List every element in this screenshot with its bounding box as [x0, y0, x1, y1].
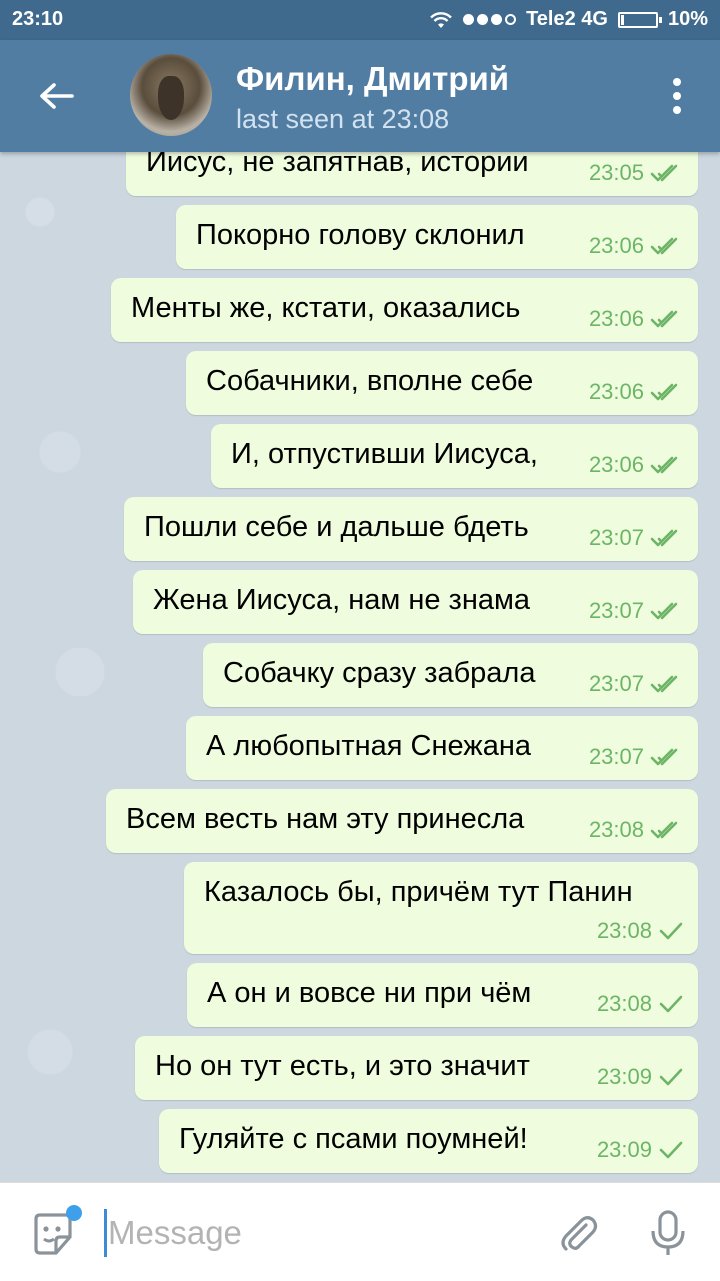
message-time: 23:06 [588, 379, 644, 404]
message-meta: 23:08 [597, 918, 684, 944]
message-time: 23:07 [588, 598, 644, 623]
battery-label: 10% [667, 8, 708, 30]
carrier-label: Tele2 4G [526, 8, 608, 30]
message-text: Менты же, кстати, оказались [131, 292, 521, 324]
chat-title[interactable]: Филин, Дмитрий [236, 60, 509, 98]
message-time: 23:09 [596, 1064, 652, 1089]
message-text: Гуляйте с псами поумней! [179, 1123, 528, 1155]
message-meta: 23:08 [589, 817, 684, 843]
message-meta: 23:06 [589, 306, 684, 332]
sticker-button[interactable] [30, 1205, 82, 1257]
attach-icon[interactable] [556, 1211, 600, 1255]
message-bubble[interactable]: Казалось бы, причём тут Панин 23:08 [184, 862, 698, 954]
message-bubble[interactable]: Пошли себе и дальше бдеть 23:07 [124, 497, 698, 561]
message-text: Иисус, не запятнав, истории [146, 152, 529, 178]
chat-header: Филин, Дмитрий last seen at 23:08 [0, 40, 720, 152]
message-time: 23:06 [588, 233, 644, 258]
last-seen-status: last seen at 23:08 [236, 104, 450, 134]
signal-dots [463, 14, 517, 25]
composer [0, 1182, 720, 1281]
message-time: 23:08 [596, 991, 652, 1016]
message-meta: 23:09 [597, 1064, 684, 1090]
message-meta: 23:06 [589, 452, 684, 478]
message-meta: 23:06 [589, 379, 684, 405]
message-time: 23:09 [596, 1137, 652, 1162]
double-check-icon [650, 602, 678, 620]
double-check-icon [650, 529, 678, 547]
double-check-icon [650, 237, 678, 255]
message-bubble[interactable]: Покорно голову склонил 23:06 [176, 205, 698, 269]
double-check-icon [650, 675, 678, 693]
more-vert-icon[interactable] [672, 78, 682, 114]
message-meta: 23:08 [597, 991, 684, 1017]
message-bubble[interactable]: Иисус, не запятнав, истории 23:05 [126, 152, 698, 196]
message-time: 23:08 [596, 918, 652, 943]
message-bubble[interactable]: Собачку сразу забрала 23:07 [203, 643, 698, 707]
double-check-icon [650, 748, 678, 766]
text-caret [104, 1209, 107, 1257]
message-time: 23:07 [588, 671, 644, 696]
battery-icon [617, 11, 662, 28]
message-meta: 23:07 [589, 671, 684, 697]
message-text: Жена Иисуса, нам не знама [153, 584, 531, 616]
status-time: 23:10 [12, 8, 64, 30]
message-time: 23:07 [588, 525, 644, 550]
signal-dot [477, 14, 489, 25]
message-bubble[interactable]: Но он тут есть, и это значит 23:09 [135, 1036, 698, 1100]
status-bar: 23:10 Tele2 4G 10% [0, 0, 720, 40]
message-text: Собачку сразу забрала [223, 657, 536, 689]
message-meta: 23:09 [597, 1137, 684, 1163]
check-icon [659, 1068, 683, 1086]
wifi-icon [430, 11, 452, 28]
message-time: 23:06 [588, 452, 644, 477]
message-meta: 23:07 [589, 598, 684, 624]
message-bubble[interactable]: И, отпустивши Иисуса, 23:06 [211, 424, 698, 488]
message-bubble[interactable]: Собачники, вполне себе 23:06 [186, 351, 698, 415]
message-text: Всем весть нам эту принесла [126, 803, 525, 835]
message-bubble[interactable]: Жена Иисуса, нам не знама 23:07 [133, 570, 698, 634]
check-icon [659, 922, 683, 940]
message-meta: 23:05 [589, 160, 684, 186]
signal-dot [505, 14, 517, 25]
message-text: Пошли себе и дальше бдеть [144, 511, 529, 543]
message-list[interactable]: Иисус, не запятнав, истории 23:05 Покорно … [0, 152, 720, 1182]
double-check-icon [650, 164, 678, 182]
message-bubble[interactable]: Всем весть нам эту принесла 23:08 [106, 789, 698, 853]
message-text: А любопытная Снежана [206, 730, 531, 762]
status-right: Tele2 4G 10% [429, 8, 708, 31]
double-check-icon [650, 821, 678, 839]
avatar[interactable] [130, 54, 212, 136]
double-check-icon [650, 310, 678, 328]
message-bubble[interactable]: Менты же, кстати, оказались 23:06 [111, 278, 698, 342]
message-time: 23:08 [588, 817, 644, 842]
signal-dot [463, 14, 475, 25]
message-meta: 23:07 [589, 744, 684, 770]
signal-dot [491, 14, 503, 25]
message-bubble[interactable]: А он и вовсе ни при чём 23:08 [187, 963, 698, 1027]
message-meta: 23:06 [589, 233, 684, 259]
message-text: Покорно голову склонил [196, 219, 525, 251]
back-arrow-icon[interactable] [36, 80, 76, 112]
message-meta: 23:07 [589, 525, 684, 551]
sticker-badge [66, 1205, 82, 1221]
mic-icon[interactable] [648, 1209, 688, 1257]
message-text: А он и вовсе ни при чём [207, 977, 532, 1009]
message-text: Но он тут есть, и это значит [155, 1050, 530, 1082]
check-icon [659, 995, 683, 1013]
message-time: 23:06 [588, 306, 644, 331]
double-check-icon [650, 456, 678, 474]
message-time: 23:05 [588, 160, 644, 185]
message-bubble[interactable]: А любопытная Снежана 23:07 [186, 716, 698, 780]
message-bubble[interactable]: Гуляйте с псами поумней! 23:09 [159, 1109, 698, 1173]
check-icon [659, 1141, 683, 1159]
message-time: 23:07 [588, 744, 644, 769]
message-input[interactable] [108, 1209, 508, 1257]
message-text: И, отпустивши Иисуса, [231, 438, 538, 470]
battery-fill [620, 14, 624, 25]
message-text: Собачники, вполне себе [206, 365, 534, 397]
message-text: Казалось бы, причём тут Панин [204, 876, 633, 908]
double-check-icon [650, 383, 678, 401]
